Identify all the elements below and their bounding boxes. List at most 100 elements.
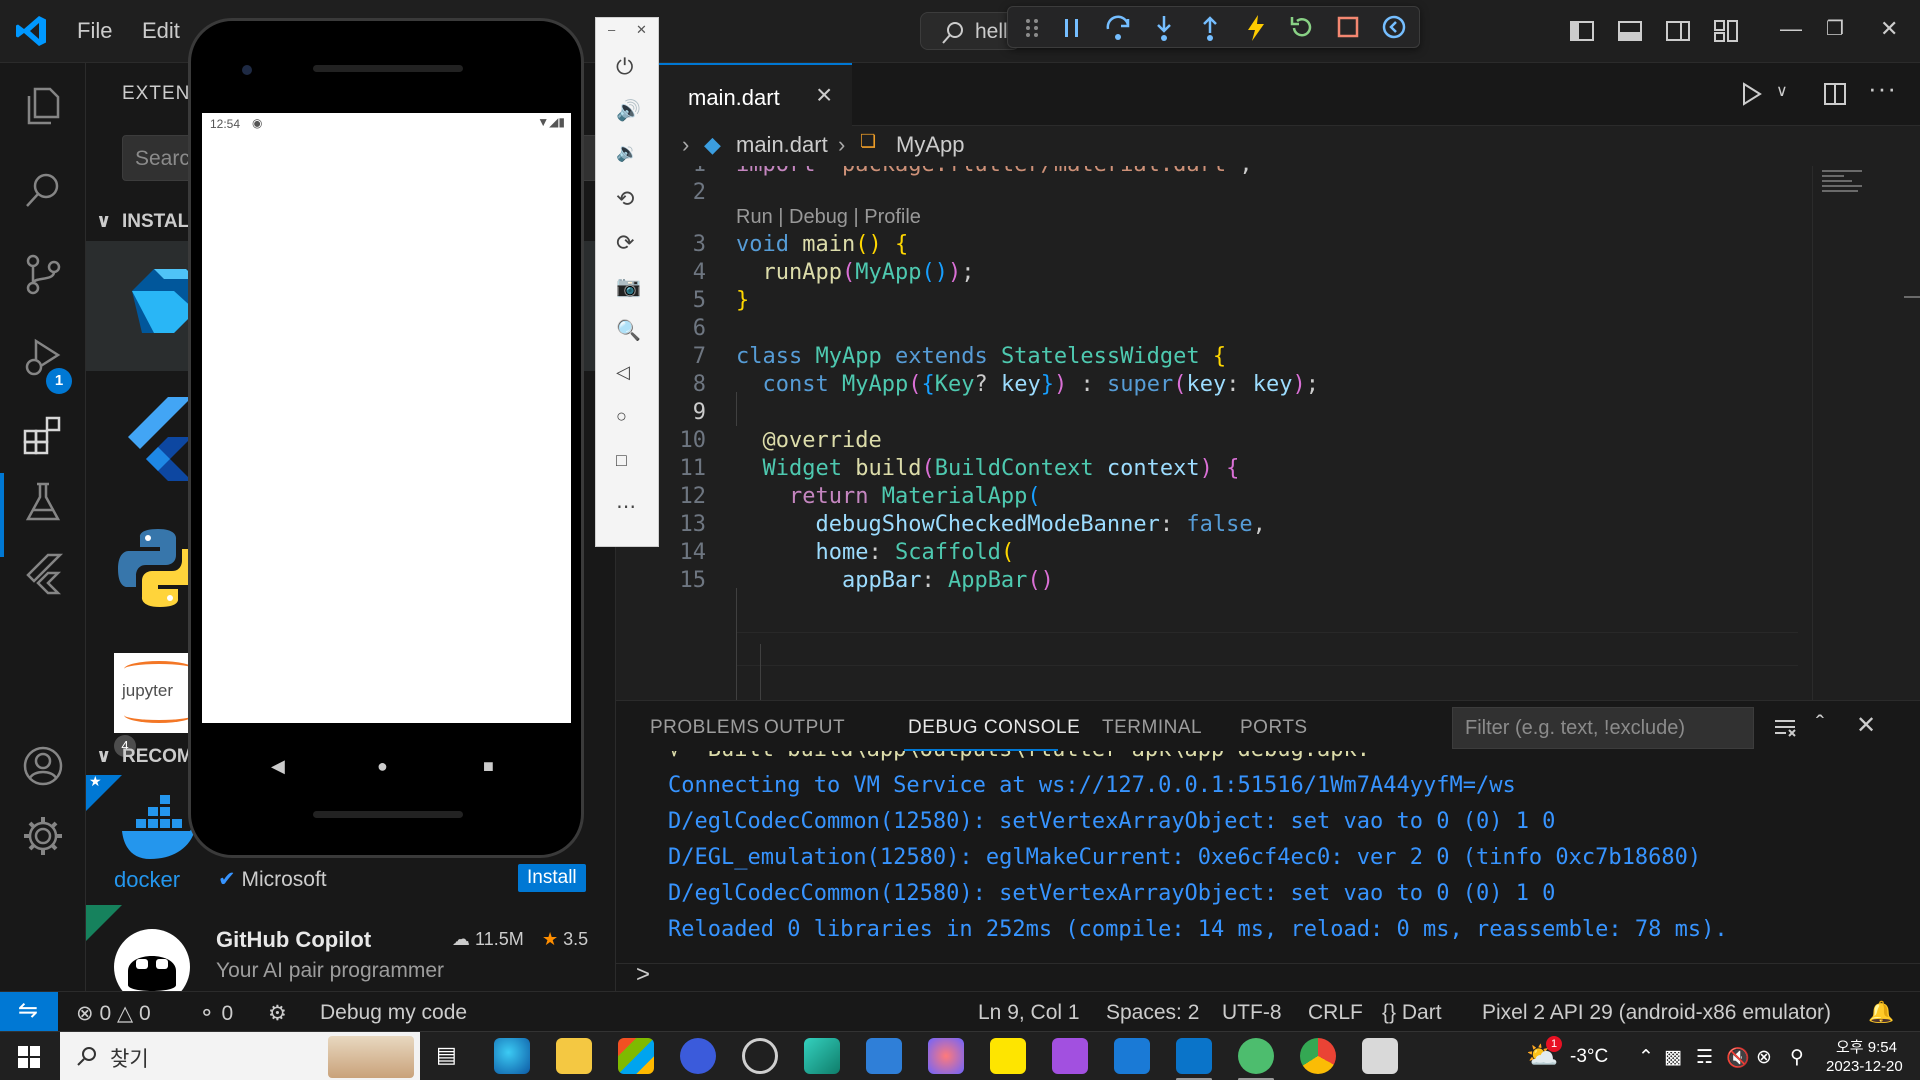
restore-button[interactable]: ❐ [1826, 16, 1844, 41]
breadcrumb-symbol[interactable]: MyApp [896, 132, 964, 158]
volume-up-icon[interactable]: 🔊 [616, 98, 641, 122]
stop-icon[interactable] [1332, 13, 1364, 43]
code-editor[interactable]: 1 import 'package:flutter/material.dart';… [616, 166, 1920, 700]
tray-expand-icon[interactable]: ⌃ [1638, 1046, 1654, 1069]
volume-down-icon[interactable]: 🔉 [616, 142, 640, 166]
emulator-minimize-button[interactable]: – [608, 22, 615, 37]
network-icon[interactable]: ☴ [1696, 1046, 1713, 1069]
panel-tab-ports[interactable]: PORTS [1240, 717, 1308, 739]
restart-icon[interactable] [1286, 13, 1318, 43]
rotate-left-icon[interactable]: ⟲ [616, 186, 640, 211]
emulator-home-button[interactable]: ● [377, 756, 388, 777]
edge-icon[interactable] [494, 1038, 530, 1074]
flutter-icon[interactable] [20, 549, 66, 595]
emulator-screen[interactable]: 12:54 ◉ ▼◢▮ [202, 113, 571, 723]
zoom-icon[interactable]: 🔍 [616, 318, 641, 342]
app-icon-purple[interactable] [1052, 1038, 1088, 1074]
android-emulator-icon[interactable] [1238, 1038, 1274, 1074]
accounts-icon[interactable] [20, 743, 66, 789]
panel-tab-terminal[interactable]: TERMINAL [1102, 717, 1202, 739]
app-icon-blue[interactable] [1114, 1038, 1150, 1074]
panel-tab-debug-console[interactable]: DEBUG CONSOLE [908, 717, 1080, 739]
search-icon[interactable] [20, 167, 66, 213]
clear-console-icon[interactable] [1772, 715, 1798, 741]
emulator-recents-button[interactable]: ■ [483, 756, 494, 777]
menu-file[interactable]: File [77, 18, 112, 44]
panel-tab-problems[interactable]: PROBLEMS [650, 717, 760, 739]
app-icon-bird[interactable] [804, 1038, 840, 1074]
source-control-icon[interactable] [20, 251, 66, 297]
microsoft-store-icon[interactable] [618, 1038, 654, 1074]
more-options-icon[interactable]: ⋯ [616, 494, 640, 518]
pause-icon[interactable] [1056, 13, 1088, 43]
encoding[interactable]: UTF-8 [1222, 1001, 1282, 1025]
file-explorer-icon[interactable] [556, 1038, 592, 1074]
clock-date[interactable]: 2023-12-20 [1826, 1058, 1903, 1075]
volume-muted-icon[interactable]: 🔇 [1726, 1046, 1750, 1070]
close-window-button[interactable]: ✕ [1880, 16, 1898, 42]
extensions-icon[interactable] [20, 411, 66, 457]
drag-handle-icon[interactable] [1016, 13, 1048, 43]
app-icon-c[interactable] [680, 1038, 716, 1074]
mail-icon[interactable] [866, 1038, 902, 1074]
chrome-icon[interactable] [1300, 1038, 1336, 1074]
settings-gear-icon[interactable] [20, 813, 66, 859]
overview-icon[interactable]: □ [616, 450, 640, 474]
debug-config-icon[interactable]: ⚙ [268, 1001, 287, 1026]
toggle-secondary-sidebar-icon[interactable] [1664, 17, 1692, 45]
task-view-icon[interactable]: ▤ [436, 1042, 457, 1068]
step-out-icon[interactable] [1194, 13, 1226, 43]
device-selector[interactable]: Pixel 2 API 29 (android-x86 emulator) [1482, 1001, 1831, 1025]
weather-temperature[interactable]: -3°C [1570, 1046, 1608, 1068]
back-icon[interactable]: ◁ [616, 362, 640, 386]
emulator-close-button[interactable]: ✕ [636, 22, 647, 38]
docker-install-button[interactable]: Install [518, 864, 586, 892]
windows-start-icon[interactable] [18, 1046, 40, 1068]
run-dropdown-icon[interactable]: ∨ [1776, 81, 1788, 101]
taskbar-search[interactable]: 찾기 [60, 1032, 420, 1080]
split-editor-icon[interactable] [1822, 81, 1848, 107]
tab-main-dart[interactable]: main.dart × [652, 63, 852, 126]
clock-time[interactable]: 오후 9:54 [1836, 1036, 1897, 1057]
settings-gear-icon[interactable] [742, 1038, 778, 1074]
breadcrumb-file[interactable]: main.dart [736, 132, 828, 158]
toggle-panel-icon[interactable] [1616, 17, 1644, 45]
hot-reload-icon[interactable] [1240, 13, 1272, 43]
problems-status[interactable]: ⊗ 0 △ 0 [76, 1001, 151, 1026]
step-into-icon[interactable] [1148, 13, 1180, 43]
remote-indicator[interactable]: ⇋ [0, 992, 58, 1032]
devtools-icon[interactable] [1378, 13, 1410, 43]
emulator-back-button[interactable]: ◀ [271, 756, 285, 777]
minimap[interactable] [1822, 166, 1892, 206]
tray-device-icon[interactable]: ▩ [1664, 1046, 1682, 1069]
recommended-section-header[interactable]: ∨ RECOM [96, 745, 193, 768]
tray-x-icon[interactable]: ⊗ [1756, 1046, 1772, 1069]
cursor-position[interactable]: Ln 9, Col 1 [978, 1001, 1080, 1025]
home-icon[interactable]: ○ [616, 406, 640, 430]
end-of-line[interactable]: CRLF [1308, 1001, 1363, 1025]
close-panel-icon[interactable]: ✕ [1856, 711, 1876, 740]
installed-section-header[interactable]: ∨ INSTAL [96, 210, 189, 233]
run-file-icon[interactable] [1738, 81, 1764, 107]
minimize-button[interactable]: — [1780, 16, 1802, 42]
extension-item-copilot[interactable]: GitHub Copilot ☁ 11.5M ★ 3.5 Your AI pai… [86, 905, 616, 991]
testing-icon[interactable] [20, 479, 66, 525]
indentation[interactable]: Spaces: 2 [1106, 1001, 1199, 1025]
vscode-taskbar-icon[interactable] [1176, 1038, 1212, 1074]
customize-layout-icon[interactable] [1712, 17, 1740, 45]
tab-close-icon[interactable]: × [816, 79, 832, 111]
kakaotalk-icon[interactable] [990, 1038, 1026, 1074]
menu-edit[interactable]: Edit [142, 18, 180, 44]
command-center-search[interactable]: hell [920, 12, 1020, 50]
more-actions-icon[interactable]: ··· [1868, 73, 1897, 104]
power-icon[interactable]: ⏻ [616, 54, 640, 79]
maximize-panel-icon[interactable]: ˆ [1816, 711, 1824, 739]
launch-config[interactable]: Debug my code [320, 1001, 467, 1025]
notifications-bell-icon[interactable]: 🔔 [1868, 1001, 1894, 1025]
app-icon-window[interactable] [1362, 1038, 1398, 1074]
ports-status[interactable]: ⚬ 0 [198, 1001, 233, 1026]
codelens-run-debug-profile[interactable]: Run | Debug | Profile [736, 206, 921, 229]
console-prompt[interactable]: > [636, 961, 650, 989]
console-filter-input[interactable]: Filter (e.g. text, !exclude) [1452, 707, 1754, 749]
explorer-icon[interactable] [20, 83, 66, 129]
